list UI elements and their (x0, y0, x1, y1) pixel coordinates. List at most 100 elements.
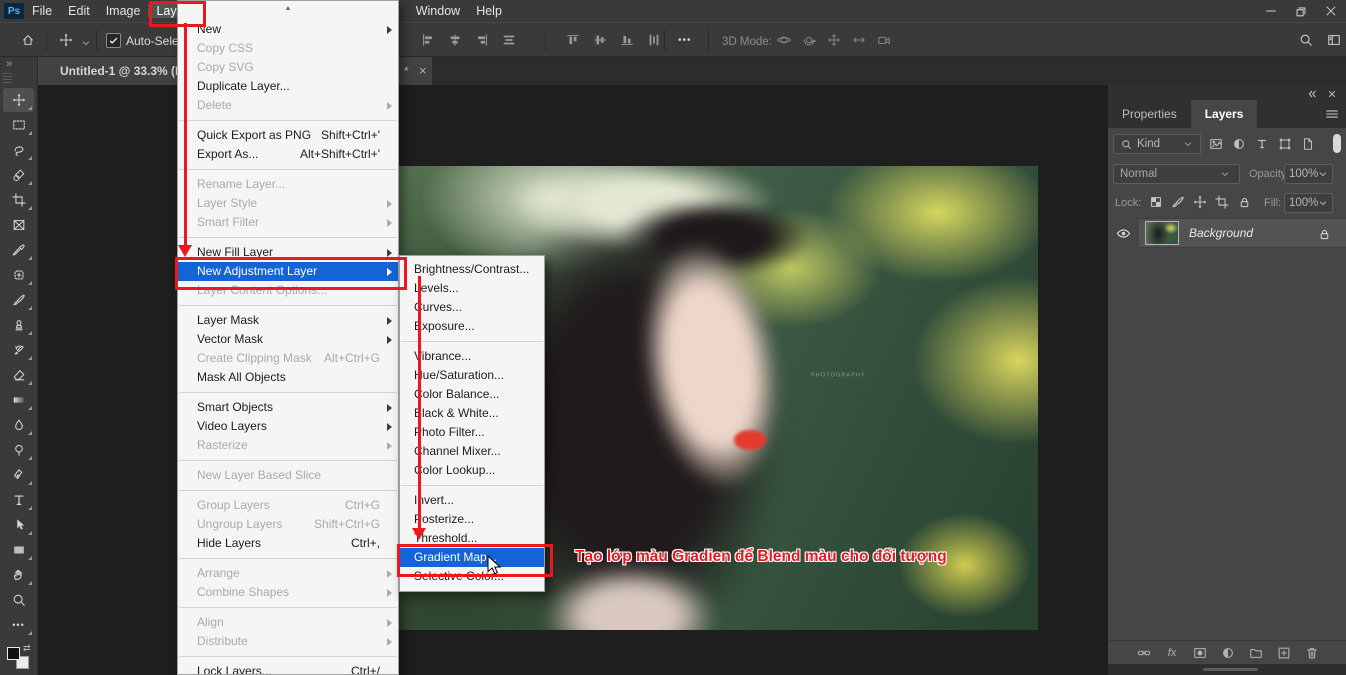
quick-select-tool[interactable] (3, 163, 34, 187)
lock-transparent-icon[interactable] (1148, 194, 1164, 210)
link-layers-icon[interactable] (1136, 645, 1152, 661)
adjustment-filter-icon[interactable] (1231, 136, 1247, 152)
new-layer-icon[interactable] (1276, 645, 1292, 661)
menu-item-layer-mask[interactable]: Layer Mask (178, 311, 398, 330)
menu-item-levels[interactable]: Levels... (400, 279, 544, 298)
minimize-button[interactable] (1256, 0, 1286, 22)
delete-layer-icon[interactable] (1304, 645, 1320, 661)
menu-item-hue-saturation[interactable]: Hue/Saturation... (400, 366, 544, 385)
align-center-icon[interactable] (447, 32, 463, 48)
pen-tool[interactable] (3, 463, 34, 487)
lasso-tool[interactable] (3, 138, 34, 162)
auto-select-checkbox[interactable] (106, 33, 121, 48)
menu-file[interactable]: File (24, 4, 60, 18)
more-tool[interactable]: ••• (3, 613, 34, 637)
layer-group-icon[interactable] (1248, 645, 1264, 661)
menu-item-photo-filter[interactable]: Photo Filter... (400, 423, 544, 442)
menu-item-channel-mixer[interactable]: Channel Mixer... (400, 442, 544, 461)
menu-item-video-layers[interactable]: Video Layers (178, 417, 398, 436)
menu-item-invert[interactable]: Invert... (400, 491, 544, 510)
visibility-eye-icon[interactable] (1115, 225, 1131, 241)
menu-item-vector-mask[interactable]: Vector Mask (178, 330, 398, 349)
type-tool[interactable] (3, 488, 34, 512)
menu-item-curves[interactable]: Curves... (400, 298, 544, 317)
move-tool-icon[interactable] (58, 32, 74, 48)
menu-item-black-white[interactable]: Black & White... (400, 404, 544, 423)
smartobject-filter-icon[interactable] (1300, 136, 1316, 152)
menu-item-mask-all-objects[interactable]: Mask All Objects (178, 368, 398, 387)
marquee-tool[interactable] (3, 113, 34, 137)
panel-menu-icon[interactable] (1324, 106, 1340, 122)
adjustment-layer-icon[interactable] (1220, 645, 1236, 661)
menu-item-posterize[interactable]: Posterize... (400, 510, 544, 529)
tab-properties[interactable]: Properties (1108, 100, 1191, 128)
opacity-dropdown[interactable]: 100% (1284, 164, 1333, 184)
menu-item-color-lookup[interactable]: Color Lookup... (400, 461, 544, 480)
blur-tool[interactable] (3, 413, 34, 437)
home-icon[interactable] (20, 32, 36, 48)
align-bottom-icon[interactable] (619, 32, 635, 48)
roll-icon[interactable] (801, 32, 817, 48)
align-middle-icon[interactable] (592, 32, 608, 48)
foreground-color-swatch[interactable] (7, 647, 20, 660)
filter-toggle[interactable] (1333, 134, 1341, 153)
crop-tool[interactable] (3, 188, 34, 212)
shape-filter-icon[interactable] (1277, 136, 1293, 152)
slide-icon[interactable] (851, 32, 867, 48)
search-icon[interactable] (1298, 32, 1314, 48)
align-right-icon[interactable] (474, 32, 490, 48)
menu-item-duplicate-layer[interactable]: Duplicate Layer... (178, 77, 398, 96)
menu-item-brightness-contrast[interactable]: Brightness/Contrast... (400, 260, 544, 279)
menu-window[interactable]: Window (408, 0, 468, 22)
workspace-icon[interactable] (1326, 32, 1342, 48)
more-options-button[interactable]: ••• (678, 35, 692, 46)
brush-tool[interactable] (3, 288, 34, 312)
lock-all-icon[interactable] (1236, 194, 1252, 210)
distribute-h-icon[interactable] (501, 32, 517, 48)
swap-colors-icon[interactable]: ⇄ (23, 643, 31, 654)
pan-icon[interactable] (826, 32, 842, 48)
menu-scroll-up-icon[interactable]: ▲ (178, 1, 398, 15)
fill-dropdown[interactable]: 100% (1284, 193, 1333, 213)
close-button[interactable] (1316, 0, 1346, 22)
orbit-icon[interactable] (776, 32, 792, 48)
layer-row[interactable]: Background (1108, 218, 1346, 248)
menu-edit[interactable]: Edit (60, 4, 98, 18)
menu-help[interactable]: Help (468, 0, 510, 22)
rectangle-tool[interactable] (3, 538, 34, 562)
menu-item-exposure[interactable]: Exposure... (400, 317, 544, 336)
image-filter-icon[interactable] (1208, 136, 1224, 152)
distribute-v-icon[interactable] (646, 32, 662, 48)
menu-item-vibrance[interactable]: Vibrance... (400, 347, 544, 366)
menu-item-color-balance[interactable]: Color Balance... (400, 385, 544, 404)
tab-close-icon[interactable]: × (419, 63, 427, 78)
filter-kind-dropdown[interactable]: Kind (1113, 134, 1201, 154)
history-brush-tool[interactable] (3, 338, 34, 362)
align-top-icon[interactable] (565, 32, 581, 48)
clone-stamp-tool[interactable] (3, 313, 34, 337)
camera-icon[interactable] (876, 32, 892, 48)
gradient-tool[interactable] (3, 388, 34, 412)
menu-item-export-as[interactable]: Export As...Alt+Shift+Ctrl+' (178, 145, 398, 164)
layer-effects-icon[interactable]: fx (1164, 645, 1180, 661)
hand-tool[interactable] (3, 563, 34, 587)
chevron-down-icon[interactable] (78, 35, 94, 51)
menu-item-hide-layers[interactable]: Hide LayersCtrl+, (178, 534, 398, 553)
move-tool[interactable] (3, 88, 34, 112)
align-left-icon[interactable] (420, 32, 436, 48)
eyedropper-tool[interactable] (3, 238, 34, 262)
panel-scrollbar[interactable] (1203, 668, 1258, 671)
layer-mask-icon[interactable] (1192, 645, 1208, 661)
restore-button[interactable] (1286, 0, 1316, 22)
path-select-tool[interactable] (3, 513, 34, 537)
tab-layers[interactable]: Layers (1191, 100, 1258, 128)
layer-thumbnail[interactable] (1145, 221, 1179, 245)
color-swatches[interactable]: ⇄ (7, 647, 31, 671)
zoom-tool[interactable] (3, 588, 34, 612)
menu-image[interactable]: Image (98, 4, 149, 18)
toolbar-collapse-icon[interactable]: » (6, 58, 12, 70)
healing-tool[interactable] (3, 263, 34, 287)
lock-paint-icon[interactable] (1170, 194, 1186, 210)
lock-artboard-icon[interactable] (1214, 194, 1230, 210)
frame-tool[interactable] (3, 213, 34, 237)
